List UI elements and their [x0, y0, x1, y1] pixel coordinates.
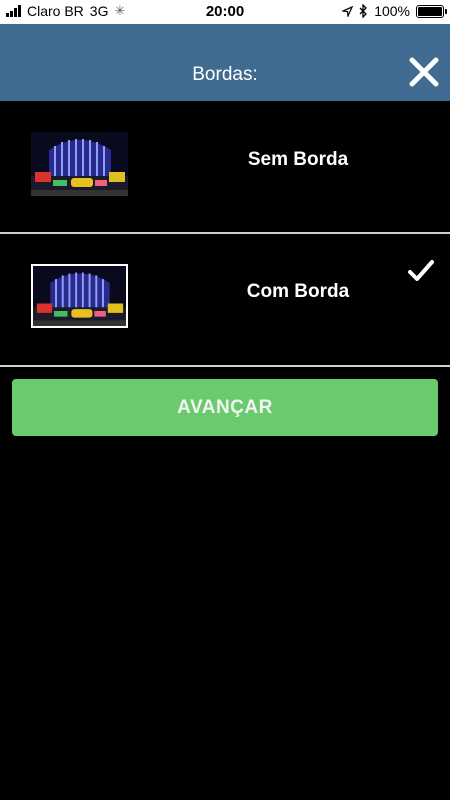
advance-button[interactable]: AVANÇAR	[12, 379, 438, 436]
option-label: Sem Borda	[247, 149, 349, 170]
battery-icon	[416, 4, 447, 18]
header-bar: Bordas:	[0, 24, 450, 101]
location-arrow-icon	[342, 5, 354, 17]
status-right: 100%	[342, 3, 447, 19]
status-bar: Claro BR 3G ✳ 20:00 100%	[0, 0, 450, 24]
thumbnail-image-bordered	[31, 264, 128, 328]
close-button[interactable]	[408, 56, 440, 88]
page-title: Bordas:	[192, 64, 258, 85]
option-com-borda[interactable]: Com Borda	[0, 233, 450, 365]
battery-percent: 100%	[374, 3, 410, 19]
divider	[0, 365, 450, 367]
checkmark-icon	[408, 260, 434, 281]
thumbnail-image	[31, 132, 128, 196]
option-sem-borda[interactable]: Sem Borda	[0, 101, 450, 233]
battery-fill	[418, 6, 442, 16]
option-label: Com Borda	[246, 281, 350, 302]
bluetooth-icon	[359, 4, 368, 18]
close-icon	[409, 57, 439, 87]
